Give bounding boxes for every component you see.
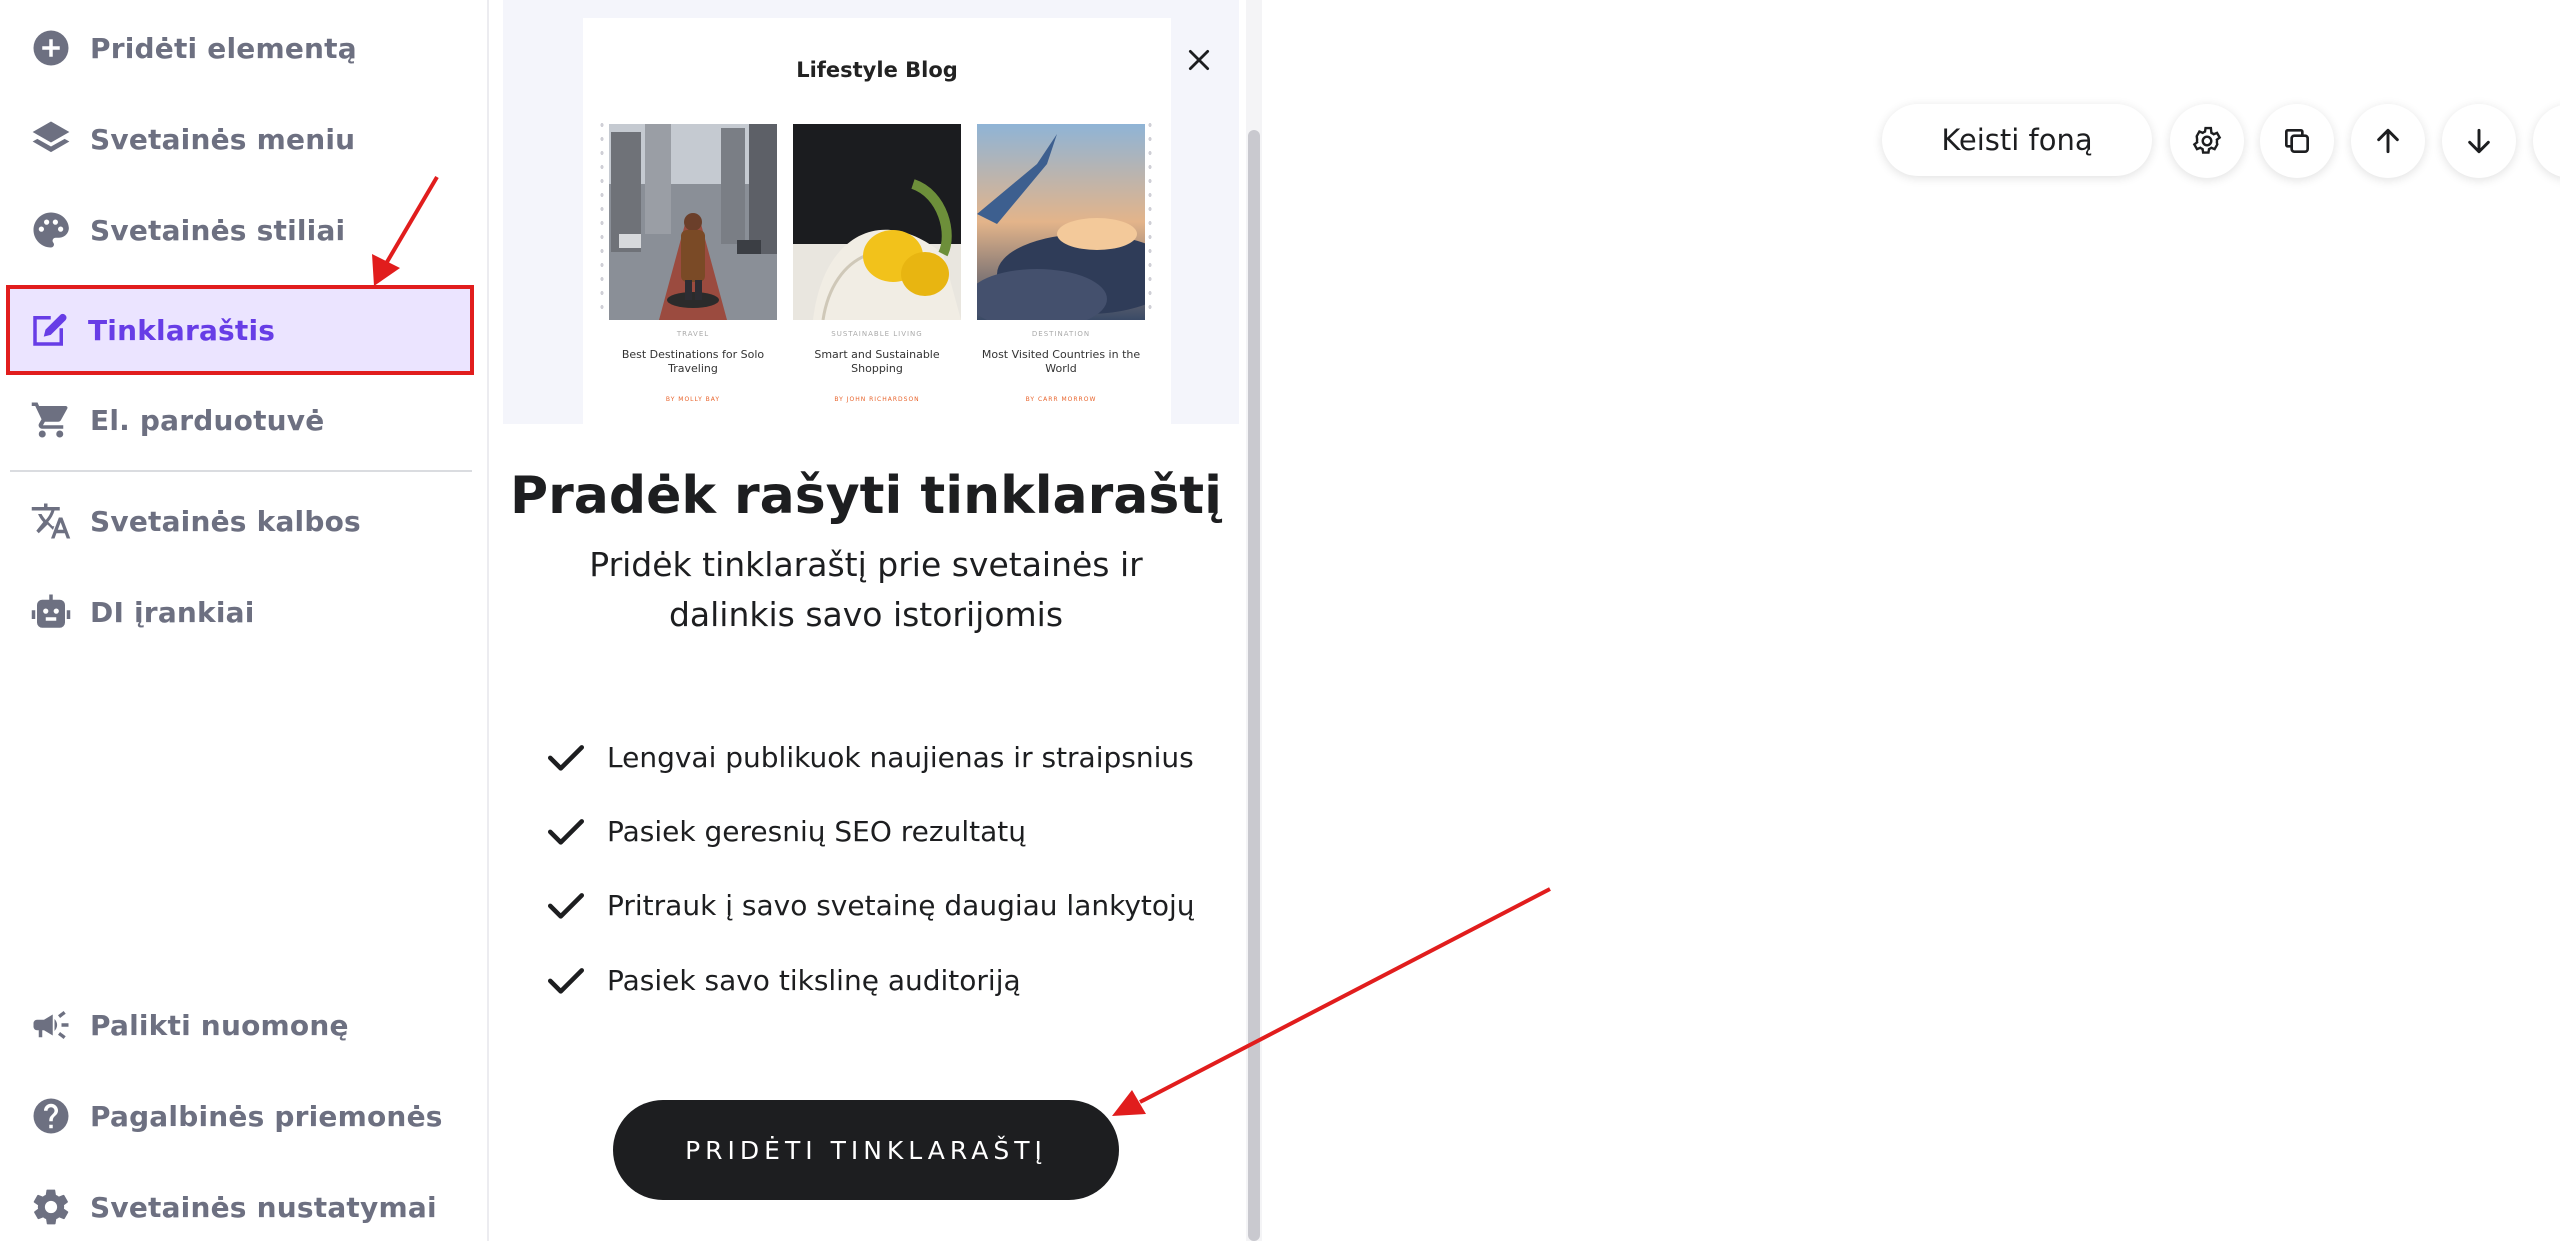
feature-text: Pasiek savo tikslinę auditoriją — [607, 963, 1021, 997]
feature-text: Pritrauk į savo svetainę daugiau lankyto… — [607, 888, 1195, 922]
checkmark-icon — [543, 882, 589, 928]
sidebar-item-label: Svetainės stiliai — [90, 213, 346, 247]
post-title: Most Visited Countries in the World — [981, 348, 1141, 375]
move-section-down-button[interactable] — [2442, 104, 2516, 178]
layers-icon — [28, 116, 74, 162]
sidebar-item-site-settings[interactable]: Svetainės nustatymai — [10, 1167, 470, 1241]
close-icon — [1188, 49, 1210, 71]
sidebar-divider — [10, 470, 472, 472]
post-category: SUSTAINABLE LIVING — [831, 330, 923, 338]
post-image-lemons — [793, 124, 961, 320]
palette-icon — [28, 207, 74, 253]
more-toolbar-button[interactable] — [2533, 104, 2560, 178]
panel-subheading: Pridėk tinklaraštį prie svetainės ir dal… — [589, 545, 1143, 634]
change-background-button[interactable]: Keisti foną — [1882, 104, 2152, 176]
sidebar-item-label: Svetainės kalbos — [90, 504, 361, 538]
section-settings-button[interactable] — [2170, 104, 2244, 178]
checkmark-icon — [543, 734, 589, 780]
blog-preview-card: Lifestyle Blog TRAVEL Best Destinations … — [583, 18, 1171, 424]
sidebar-item-label: Palikti nuomonę — [90, 1008, 349, 1042]
post-title: Best Destinations for Solo Traveling — [621, 348, 765, 375]
sidebar-item-label: DI įrankiai — [90, 595, 255, 629]
sidebar-item-label: Svetainės meniu — [90, 122, 356, 156]
sidebar-item-label: Pridėti elementą — [90, 31, 357, 65]
settings-icon — [28, 1184, 74, 1230]
blog-promo-panel: Lifestyle Blog TRAVEL Best Destinations … — [491, 0, 1262, 1241]
scrollbar-thumb[interactable] — [1248, 130, 1260, 1241]
post-byline: BY CARR MORROW — [1025, 396, 1097, 403]
preview-title: Lifestyle Blog — [796, 58, 958, 82]
sidebar-item-label: Svetainės nustatymai — [90, 1190, 437, 1224]
arrow-up-icon — [2377, 128, 2399, 154]
sidebar: Pridėti elementą Svetainės meniu Svetain… — [0, 0, 489, 1241]
post-image-airplane — [977, 124, 1145, 320]
megaphone-icon — [28, 1002, 74, 1048]
post-category: DESTINATION — [1031, 330, 1091, 338]
sidebar-item-site-styles[interactable]: Svetainės stiliai — [10, 190, 470, 270]
sidebar-item-site-languages[interactable]: Svetainės kalbos — [10, 481, 470, 561]
dot-pattern — [1145, 118, 1155, 318]
plus-circle-icon — [28, 25, 74, 71]
post-image-city — [609, 124, 777, 320]
feature-text: Lengvai publikuok naujienas ir straipsni… — [607, 740, 1194, 774]
sidebar-item-blog[interactable]: Tinklaraštis — [6, 285, 474, 375]
dot-pattern — [597, 118, 607, 318]
help-icon — [28, 1093, 74, 1139]
close-button[interactable] — [1179, 40, 1219, 80]
blog-preview-area: Lifestyle Blog TRAVEL Best Destinations … — [503, 0, 1239, 424]
cart-icon — [28, 397, 74, 443]
checkmark-icon — [543, 808, 589, 854]
sidebar-item-site-menu[interactable]: Svetainės meniu — [10, 99, 470, 179]
feature-item: Pasiek savo tikslinę auditoriją — [543, 955, 1021, 1005]
translate-icon — [28, 498, 74, 544]
robot-icon — [28, 589, 74, 635]
sidebar-item-label: El. parduotuvė — [90, 403, 325, 437]
sidebar-item-add-element[interactable]: Pridėti elementą — [10, 8, 470, 88]
duplicate-icon — [2285, 129, 2309, 153]
sidebar-item-feedback[interactable]: Palikti nuomonę — [10, 985, 470, 1065]
duplicate-section-button[interactable] — [2260, 104, 2334, 178]
sidebar-item-eshop[interactable]: El. parduotuvė — [10, 380, 470, 460]
post-category: TRAVEL — [676, 330, 710, 338]
feature-item: Lengvai publikuok naujienas ir straipsni… — [543, 732, 1194, 782]
sidebar-item-label: Tinklaraštis — [88, 313, 276, 347]
sidebar-item-label: Pagalbinės priemonės — [90, 1099, 443, 1133]
add-blog-button[interactable]: PRIDĖTI TINKLARAŠTĮ — [613, 1100, 1119, 1200]
sidebar-item-help[interactable]: Pagalbinės priemonės — [10, 1076, 470, 1156]
post-byline: BY JOHN RICHARDSON — [834, 396, 920, 403]
panel-heading: Pradėk rašyti tinklaraštį — [510, 466, 1222, 526]
checkmark-icon — [543, 957, 589, 1003]
post-byline: BY MOLLY BAY — [665, 396, 721, 403]
edit-icon — [26, 307, 72, 353]
feature-text: Pasiek geresnių SEO rezultatų — [607, 814, 1026, 848]
feature-item: Pritrauk į savo svetainę daugiau lankyto… — [543, 880, 1195, 930]
arrow-down-icon — [2468, 128, 2490, 154]
sidebar-item-ai-tools[interactable]: DI įrankiai — [10, 572, 470, 652]
feature-item: Pasiek geresnių SEO rezultatų — [543, 806, 1026, 856]
post-title: Smart and Sustainable Shopping — [814, 348, 940, 375]
move-section-up-button[interactable] — [2351, 104, 2425, 178]
gear-icon — [2192, 126, 2222, 154]
